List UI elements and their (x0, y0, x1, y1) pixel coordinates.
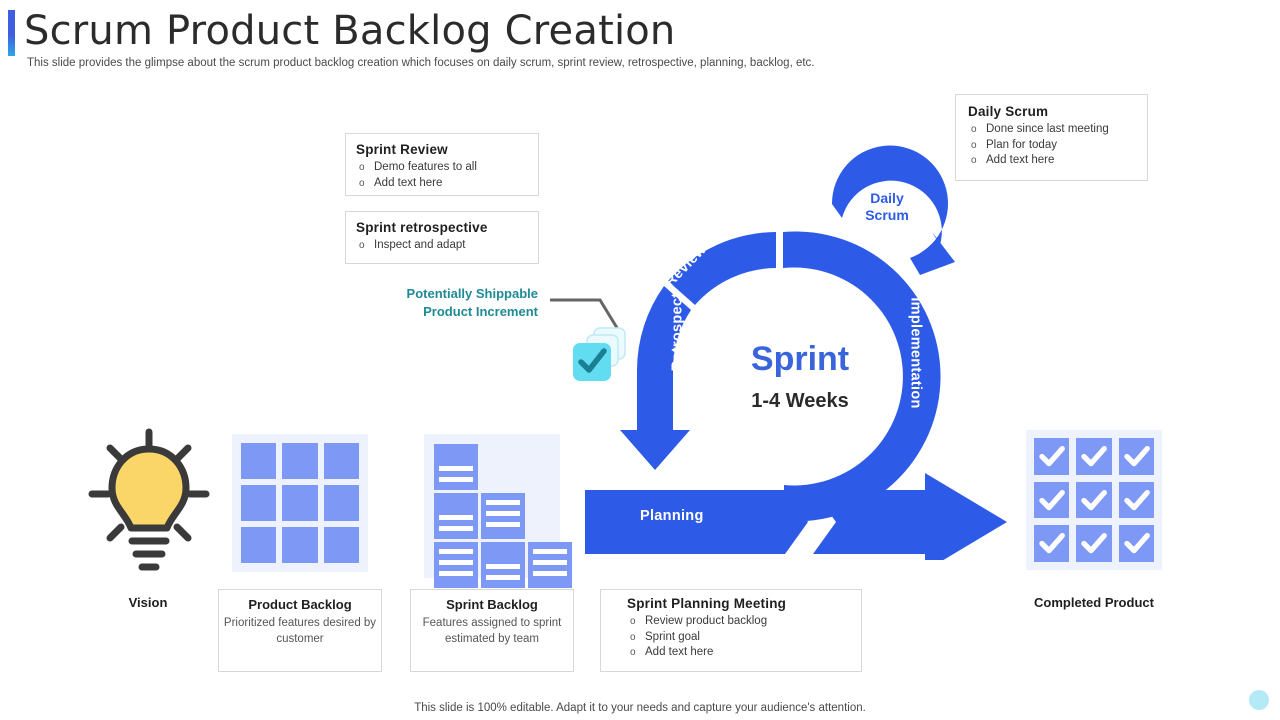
check-cell (1076, 438, 1112, 475)
daily-scrum-line2: Scrum (865, 207, 909, 223)
page-subtitle: This slide provides the glimpse about th… (27, 57, 815, 69)
card-sprint-planning-list: Review product backlog Sprint goal Add t… (627, 614, 835, 661)
card-daily-scrum-title: Daily Scrum (968, 104, 1049, 119)
potentially-shippable-label: Potentially Shippable Product Increment (358, 285, 538, 321)
check-cell (1118, 481, 1154, 519)
grid-cell (282, 527, 318, 563)
backlog-card (434, 493, 478, 539)
list-item: Add text here (356, 176, 528, 192)
grid-cell (323, 527, 359, 563)
grid-cell (241, 527, 277, 563)
grid-icon (232, 434, 368, 572)
box-product-backlog: Product Backlog Prioritized features des… (218, 589, 382, 672)
grid-cell (323, 443, 359, 479)
grid-cell (282, 443, 318, 479)
check-cell (1076, 525, 1112, 562)
lightbulb-icon (88, 428, 210, 571)
card-sprint-planning-meeting: Sprint Planning Meeting Review product b… (600, 589, 862, 672)
planning-arrow-shape (585, 490, 808, 554)
retrospect-arc (620, 286, 691, 470)
card-sprint-retrospective-title: Sprint retrospective (356, 220, 488, 235)
card-sprint-review: Sprint Review Demo features to all Add t… (345, 133, 539, 196)
list-item: Add text here (627, 645, 835, 661)
list-item: Sprint goal (627, 630, 835, 646)
grid-cell (241, 443, 277, 479)
card-sprint-planning-title: Sprint Planning Meeting (627, 596, 787, 611)
card-sprint-review-title: Sprint Review (356, 142, 448, 157)
psi-line2: Product Increment (423, 304, 538, 319)
page-title: Scrum Product Backlog Creation (24, 8, 676, 54)
backlog-card (528, 542, 572, 588)
check-cell (1034, 481, 1070, 519)
sprint-backlog-desc: Features assigned to sprint estimated by… (422, 617, 562, 645)
backlog-card (481, 493, 525, 539)
psi-line1: Potentially Shippable (406, 286, 538, 301)
product-backlog-title: Product Backlog (248, 597, 352, 612)
slide-canvas: Scrum Product Backlog Creation This slid… (0, 0, 1280, 720)
footer-note: This slide is 100% editable. Adapt it to… (414, 702, 866, 714)
grid-cell (241, 485, 277, 521)
list-item: Demo features to all (356, 160, 528, 176)
list-item: Done since last meeting (968, 122, 1135, 138)
review-arc (668, 232, 776, 305)
label-vision: Vision (128, 595, 168, 610)
check-cell (1034, 438, 1070, 475)
grid-cell (323, 485, 359, 521)
backlog-card (434, 444, 478, 490)
daily-scrum-line1: Daily (870, 190, 904, 206)
sprint-backlog-title: Sprint Backlog (446, 597, 538, 612)
cycle-center-subtitle: 1-4 Weeks (751, 390, 849, 412)
corner-dot-decoration (1249, 690, 1269, 710)
backlog-card (434, 542, 478, 588)
card-sprint-retrospective-list: Inspect and adapt (356, 238, 528, 254)
cycle-center-title: Sprint (750, 340, 850, 378)
check-grid-icon (1026, 430, 1162, 570)
check-cell (1076, 481, 1112, 519)
card-sprint-retrospective: Sprint retrospective Inspect and adapt (345, 211, 539, 264)
product-backlog-desc: Prioritized features desired by customer (223, 617, 377, 645)
label-completed-product: Completed Product (1034, 595, 1154, 610)
check-cell (1118, 438, 1154, 475)
cards-icon (424, 434, 572, 588)
list-item: Inspect and adapt (356, 238, 528, 254)
cycle-daily-scrum-label: Daily Scrum (842, 190, 932, 224)
check-cell (1118, 525, 1154, 562)
grid-cell (282, 485, 318, 521)
list-item: Review product backlog (627, 614, 835, 630)
sprint-cycle-diagram: Review Retrospect Implementation Plannin… (580, 140, 1020, 560)
card-sprint-review-list: Demo features to all Add text here (356, 160, 528, 191)
box-sprint-backlog: Sprint Backlog Features assigned to spri… (410, 589, 574, 672)
title-accent-bar (8, 10, 15, 56)
check-cell (1034, 525, 1070, 562)
backlog-card (481, 542, 525, 588)
